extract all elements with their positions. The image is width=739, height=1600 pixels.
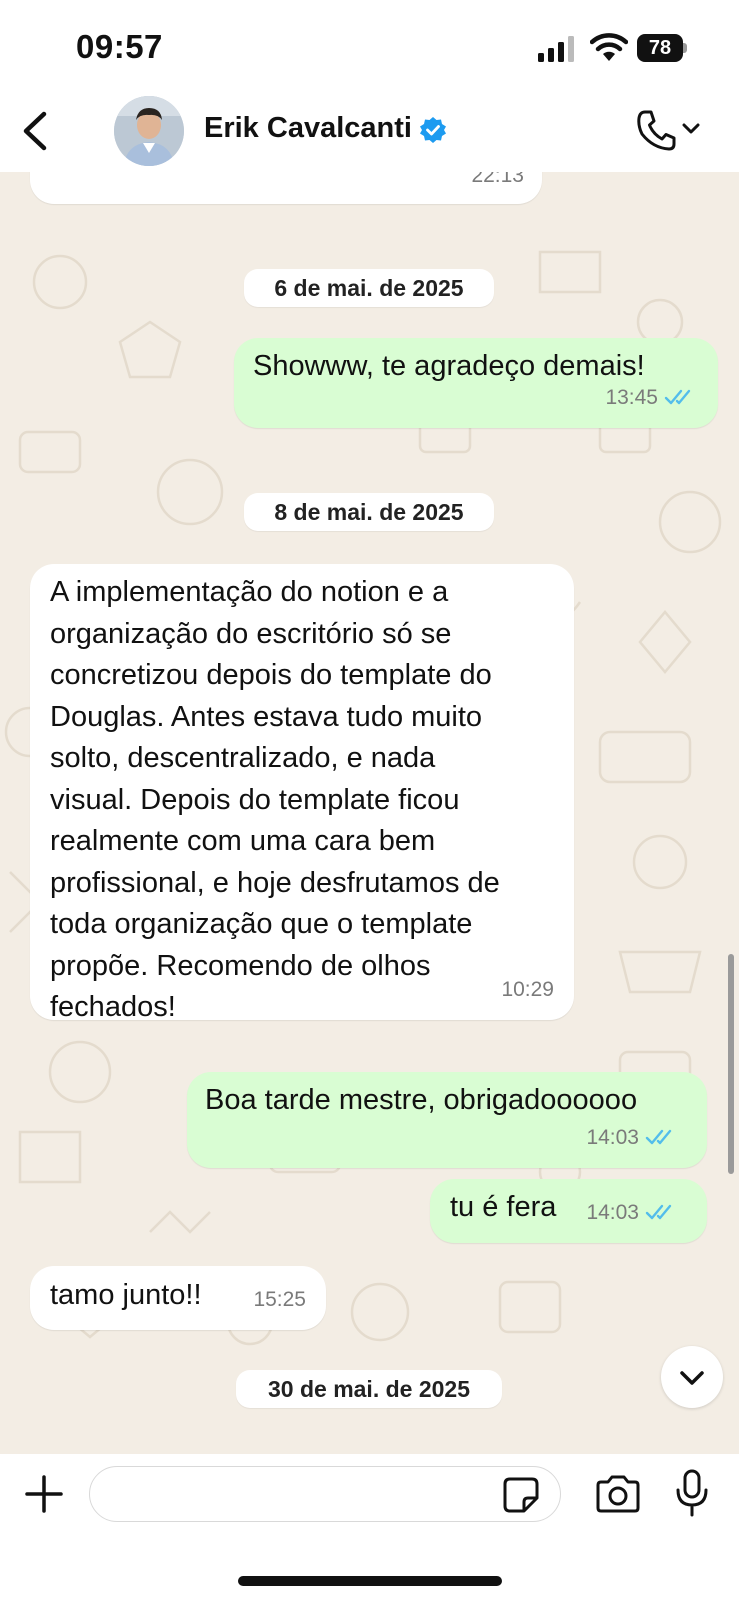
- read-receipt-icon: [645, 1205, 672, 1220]
- date-separator: 8 de mai. de 2025: [244, 493, 494, 531]
- status-bar: 09:57 78: [0, 0, 739, 92]
- message-time: 22:13: [471, 172, 524, 187]
- message-line: Douglas. Antes estava tudo muito: [50, 700, 483, 733]
- date-separator: 30 de mai. de 2025: [236, 1370, 502, 1408]
- message-line: profissional, e hoje desfrutamos de: [50, 866, 500, 899]
- message-bubble-incoming[interactable]: tamo junto!! 15:25: [30, 1266, 326, 1330]
- message-time: 14:03: [586, 1200, 639, 1224]
- message-meta: 14:03: [586, 1117, 677, 1159]
- message-line: solto, descentralizado, e nada: [50, 742, 436, 774]
- plus-icon[interactable]: [24, 1474, 64, 1514]
- sticker-icon[interactable]: [502, 1476, 540, 1514]
- message-meta: 10:29: [501, 969, 554, 1011]
- message-meta: 13:45: [605, 377, 696, 419]
- message-text: A implementação do notion e a organizaçã…: [50, 572, 500, 1029]
- home-indicator: [238, 1576, 502, 1586]
- message-time: 15:25: [253, 1287, 306, 1311]
- signal-icon: [538, 36, 574, 62]
- message-line: concretizou depois do template do: [50, 659, 492, 691]
- camera-icon[interactable]: [594, 1474, 642, 1514]
- message-bubble-outgoing[interactable]: Boa tarde mestre, obrigadoooooo 14:03: [187, 1072, 707, 1168]
- chat-header: Erik Cavalcanti: [0, 92, 739, 172]
- chevron-down-icon[interactable]: [680, 120, 702, 138]
- avatar[interactable]: [114, 96, 184, 166]
- microphone-icon[interactable]: [674, 1468, 710, 1518]
- chat-area[interactable]: 22:13 6 de mai. de 2025 Showww, te agrad…: [0, 172, 739, 1454]
- message-bubble-incoming[interactable]: A implementação do notion e a organizaçã…: [30, 564, 574, 1023]
- message-line: visual. Depois do template ficou: [50, 783, 460, 816]
- chevron-down-icon: [680, 1371, 704, 1385]
- message-bubble-outgoing[interactable]: Showww, te agradeço demais! 13:45: [234, 338, 718, 428]
- read-receipt-icon: [645, 1130, 672, 1145]
- message-bubble-incoming[interactable]: 22:13: [30, 172, 542, 204]
- message-bubble-outgoing[interactable]: tu é fera 14:03: [430, 1179, 707, 1243]
- back-icon[interactable]: [14, 106, 58, 156]
- scroll-to-bottom-button[interactable]: [661, 1346, 723, 1408]
- message-time: 10:29: [501, 977, 554, 1001]
- battery-level: 78: [637, 34, 683, 62]
- message-text: Showww, te agradeço demais!: [253, 350, 645, 382]
- status-time: 09:57: [76, 28, 163, 65]
- battery-icon: 78: [637, 34, 687, 62]
- contact-name[interactable]: Erik Cavalcanti: [204, 112, 412, 145]
- message-text: tamo junto!!: [50, 1279, 202, 1311]
- message-text: tu é fera: [450, 1191, 557, 1223]
- input-bar: [0, 1454, 739, 1600]
- scrollbar[interactable]: [728, 954, 734, 1174]
- message-line: propõe. Recomendo de olhos: [50, 949, 431, 982]
- message-text: Boa tarde mestre, obrigadoooooo: [205, 1084, 638, 1116]
- read-receipt-icon: [664, 390, 691, 405]
- message-time: 13:45: [605, 385, 658, 409]
- wifi-icon: [590, 33, 628, 61]
- date-separator: 6 de mai. de 2025: [244, 269, 494, 307]
- message-meta: 14:03: [586, 1192, 677, 1234]
- phone-icon[interactable]: [636, 108, 676, 152]
- message-line: toda organização que o template: [50, 908, 473, 940]
- message-input[interactable]: [89, 1466, 561, 1522]
- message-line: A implementação do notion e a: [50, 576, 449, 608]
- message-time: 14:03: [586, 1125, 639, 1149]
- message-meta: 15:25: [253, 1279, 306, 1321]
- verified-badge-icon: [420, 117, 446, 143]
- message-line: realmente com uma cara bem: [50, 825, 436, 857]
- message-line: organização do escritório só se: [50, 617, 452, 650]
- message-line: fechados!: [50, 991, 176, 1023]
